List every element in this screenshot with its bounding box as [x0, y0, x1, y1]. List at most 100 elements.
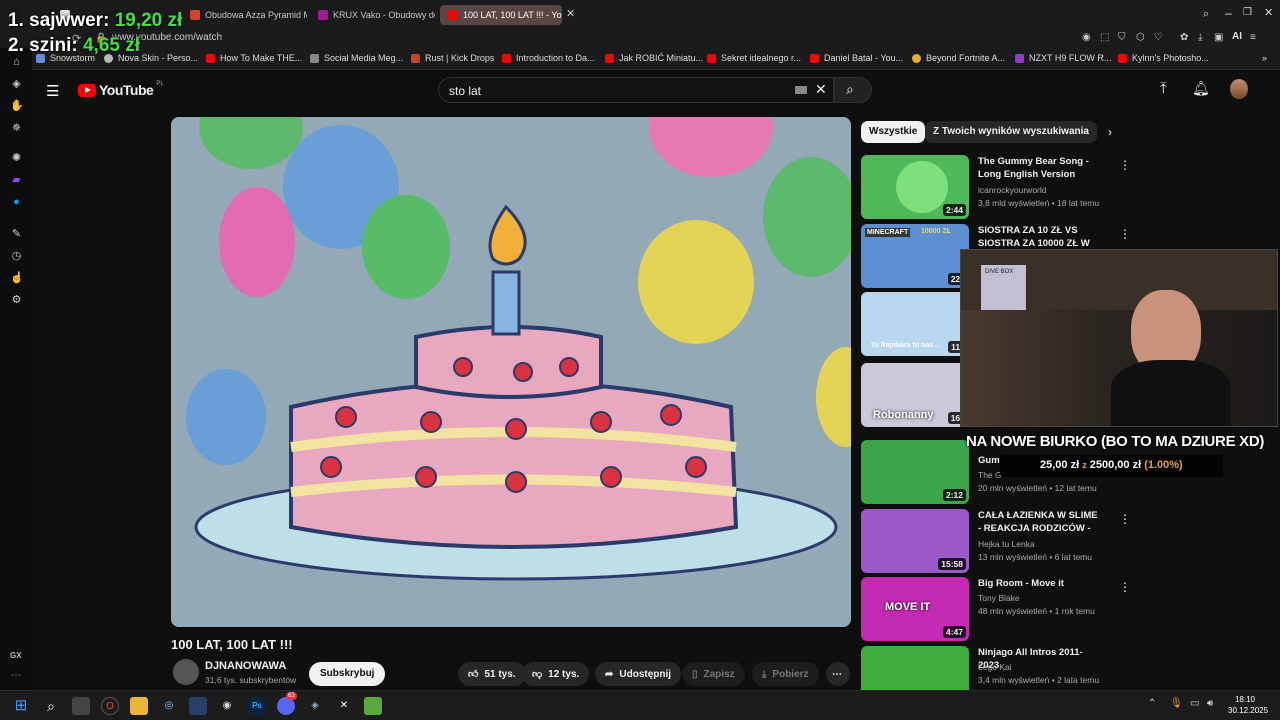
- bookmark-favicon: [1015, 53, 1024, 63]
- chatgpt-icon[interactable]: ✺: [10, 152, 23, 165]
- volume-icon[interactable]: 🔊︎: [1207, 698, 1213, 709]
- keyboard-icon[interactable]: [795, 86, 807, 94]
- region-label: PL: [156, 81, 164, 87]
- more-vertical-icon[interactable]: ⋮: [1119, 227, 1131, 241]
- bookmark[interactable]: Jak ROBIĆ Miniatu...: [605, 53, 703, 63]
- share-button[interactable]: ➦ Udostępnij: [595, 662, 682, 686]
- upload-icon[interactable]: ⤒: [1160, 80, 1167, 97]
- search-icon: ⌕: [846, 81, 854, 97]
- discord-icon[interactable]: 63: [277, 692, 297, 715]
- more-vertical-icon[interactable]: ⋮: [1119, 158, 1131, 172]
- menu-icon[interactable]: ≡: [1250, 32, 1256, 43]
- hand-icon[interactable]: ☝: [10, 272, 24, 285]
- bookmark[interactable]: Beyond Fortnite A...: [912, 53, 1005, 63]
- settings-icon[interactable]: ⚙: [10, 294, 23, 307]
- tab-azza[interactable]: Obudowa Azza Pyramid M: [182, 5, 307, 25]
- chip-from-search[interactable]: Z Twoich wyników wyszukiwania: [925, 121, 1097, 143]
- more-vertical-icon[interactable]: ⋮: [1119, 649, 1121, 663]
- network-icon[interactable]: ▭: [1190, 698, 1199, 709]
- bookmark[interactable]: Daniel Batal - You...: [810, 53, 903, 63]
- more-icon[interactable]: ⋯: [11, 670, 21, 681]
- hamburger-icon[interactable]: ☰: [46, 82, 59, 100]
- bookmark[interactable]: Sekret idealnego r...: [707, 53, 801, 63]
- twitch-icon[interactable]: ▰: [10, 174, 23, 187]
- photoshop-icon[interactable]: Ps: [248, 697, 266, 715]
- recommendation[interactable]: 2:44 The Gummy Bear Song - Long English …: [861, 155, 1131, 221]
- tab-close-icon[interactable]: ✕: [566, 7, 575, 20]
- clock-time: 18:10: [1234, 695, 1256, 704]
- more-actions-button[interactable]: ⋯: [826, 662, 850, 686]
- snapshot-icon[interactable]: ⬚: [1100, 32, 1109, 43]
- messenger-icon[interactable]: ●: [10, 196, 23, 209]
- tab-youtube-active[interactable]: 100 LAT, 100 LAT !!! - YouT: [440, 5, 562, 25]
- duration-badge: 2:44: [942, 204, 966, 216]
- search-icon[interactable]: ⌕: [42, 697, 60, 715]
- windows-start-icon[interactable]: ⊞: [12, 697, 30, 715]
- bookmark[interactable]: Social Media Meg...: [310, 53, 403, 63]
- recommendation[interactable]: MOVE IT 4:47 Big Room - Move it Tony Bla…: [861, 577, 1131, 643]
- donor-leaderboard: 1. sajwwer: 19,20 zł 2. szini: 4,65 zł: [8, 8, 182, 58]
- wallet-icon[interactable]: ▣: [1214, 32, 1223, 43]
- app-icon[interactable]: [189, 697, 207, 715]
- search-input[interactable]: sto lat ✕: [438, 77, 834, 103]
- chip-all[interactable]: Wszystkie: [861, 121, 926, 143]
- bookmark[interactable]: How To Make THE...: [206, 53, 302, 63]
- cube-icon[interactable]: ⬡: [1136, 32, 1145, 43]
- gx-control-icon[interactable]: ◈: [10, 78, 23, 91]
- camera-icon[interactable]: ◉: [1082, 32, 1091, 43]
- channel-name[interactable]: DJNANOWAWA: [205, 660, 286, 672]
- windows-taskbar: ⊞ ⌕ O ◎ ◉ Ps 63 ◈ ✕ ⌃ 🎙︎ ▭ 🔊︎ 18:10 30.1…: [0, 690, 1280, 720]
- opera-gx-icon[interactable]: O: [101, 697, 119, 715]
- more-vertical-icon[interactable]: ⋮: [1119, 580, 1131, 594]
- paint-icon[interactable]: ✎: [10, 228, 23, 241]
- heart-icon[interactable]: ♡: [1154, 32, 1163, 43]
- minecraft-icon[interactable]: [364, 697, 382, 715]
- goal-progress-bar: 25,00 zł z 2500,00 zł (1.00%): [1000, 455, 1223, 477]
- close-window-icon[interactable]: ✕: [1264, 6, 1273, 19]
- download-button[interactable]: ⤓ Pobierz: [752, 662, 819, 686]
- file-explorer-icon[interactable]: [130, 697, 148, 715]
- like-button[interactable]: 👍︎ 51 tys.: [458, 662, 526, 686]
- notifications-bell-icon[interactable]: 🔔︎: [1192, 80, 1210, 97]
- notification-badge: 63: [286, 692, 297, 700]
- tray-chevron-icon[interactable]: ⌃: [1148, 698, 1156, 709]
- minimize-icon[interactable]: –: [1225, 6, 1232, 20]
- box-label: DIVE BOX: [981, 265, 1026, 315]
- history-icon[interactable]: ◷: [10, 250, 23, 263]
- clock[interactable]: 18:10 30.12.2025: [1228, 694, 1268, 716]
- chevron-right-icon[interactable]: ›: [1108, 125, 1112, 139]
- channel-avatar[interactable]: [173, 659, 199, 685]
- tab-krux[interactable]: KRUX Vako - Obudowy do: [310, 5, 435, 25]
- bookmark[interactable]: Rust | Kick Drops: [411, 53, 494, 63]
- youtube-logo[interactable]: YouTube PL: [78, 81, 164, 98]
- gx-mods-icon[interactable]: ✵: [10, 122, 23, 135]
- gx-hand-icon[interactable]: ✋: [10, 100, 24, 113]
- maximize-icon[interactable]: ❐: [1243, 7, 1252, 18]
- download-icon[interactable]: ⤓: [1198, 32, 1202, 43]
- clear-search-icon[interactable]: ✕: [815, 81, 827, 98]
- recommendation[interactable]: 15:58 CAŁA ŁAZIENKA W SLIME - REAKCJA RO…: [861, 509, 1131, 575]
- steam-client-icon[interactable]: ◈: [306, 697, 324, 715]
- task-view-icon[interactable]: [72, 697, 90, 715]
- capcut-icon[interactable]: ✕: [335, 697, 353, 715]
- dislike-button[interactable]: 👎︎ 12 tys.: [522, 662, 590, 686]
- recommendation[interactable]: Ninjago All Intros 2011-2023 Lego Kai 3,…: [861, 646, 1121, 690]
- bookmark[interactable]: Introduction to Da...: [502, 53, 595, 63]
- video-player[interactable]: [171, 117, 851, 627]
- more-vertical-icon[interactable]: ⋮: [1119, 512, 1131, 526]
- shield-icon[interactable]: ⛉: [1118, 32, 1126, 43]
- bookmark[interactable]: Kylnn's Photosho...: [1118, 53, 1209, 63]
- avatar[interactable]: [1230, 79, 1248, 99]
- search-tabs-icon[interactable]: ⌕: [1203, 8, 1209, 21]
- subscribe-button[interactable]: Subskrybuj: [309, 662, 386, 686]
- microphone-icon[interactable]: 🎙︎: [1170, 698, 1183, 709]
- video-thumbnail: MOVE IT 4:47: [861, 577, 969, 641]
- save-button[interactable]: ▯ Zapisz: [682, 662, 745, 686]
- obs-icon[interactable]: ◉: [218, 697, 236, 715]
- ai-button[interactable]: AI: [1232, 31, 1242, 42]
- extension-icon[interactable]: ✿: [1180, 32, 1188, 43]
- bookmark[interactable]: NZXT H9 FLOW R...: [1015, 53, 1111, 63]
- bookmarks-overflow-icon[interactable]: »: [1262, 53, 1267, 63]
- search-button[interactable]: ⌕: [834, 77, 872, 103]
- steam-icon[interactable]: ◎: [160, 697, 178, 715]
